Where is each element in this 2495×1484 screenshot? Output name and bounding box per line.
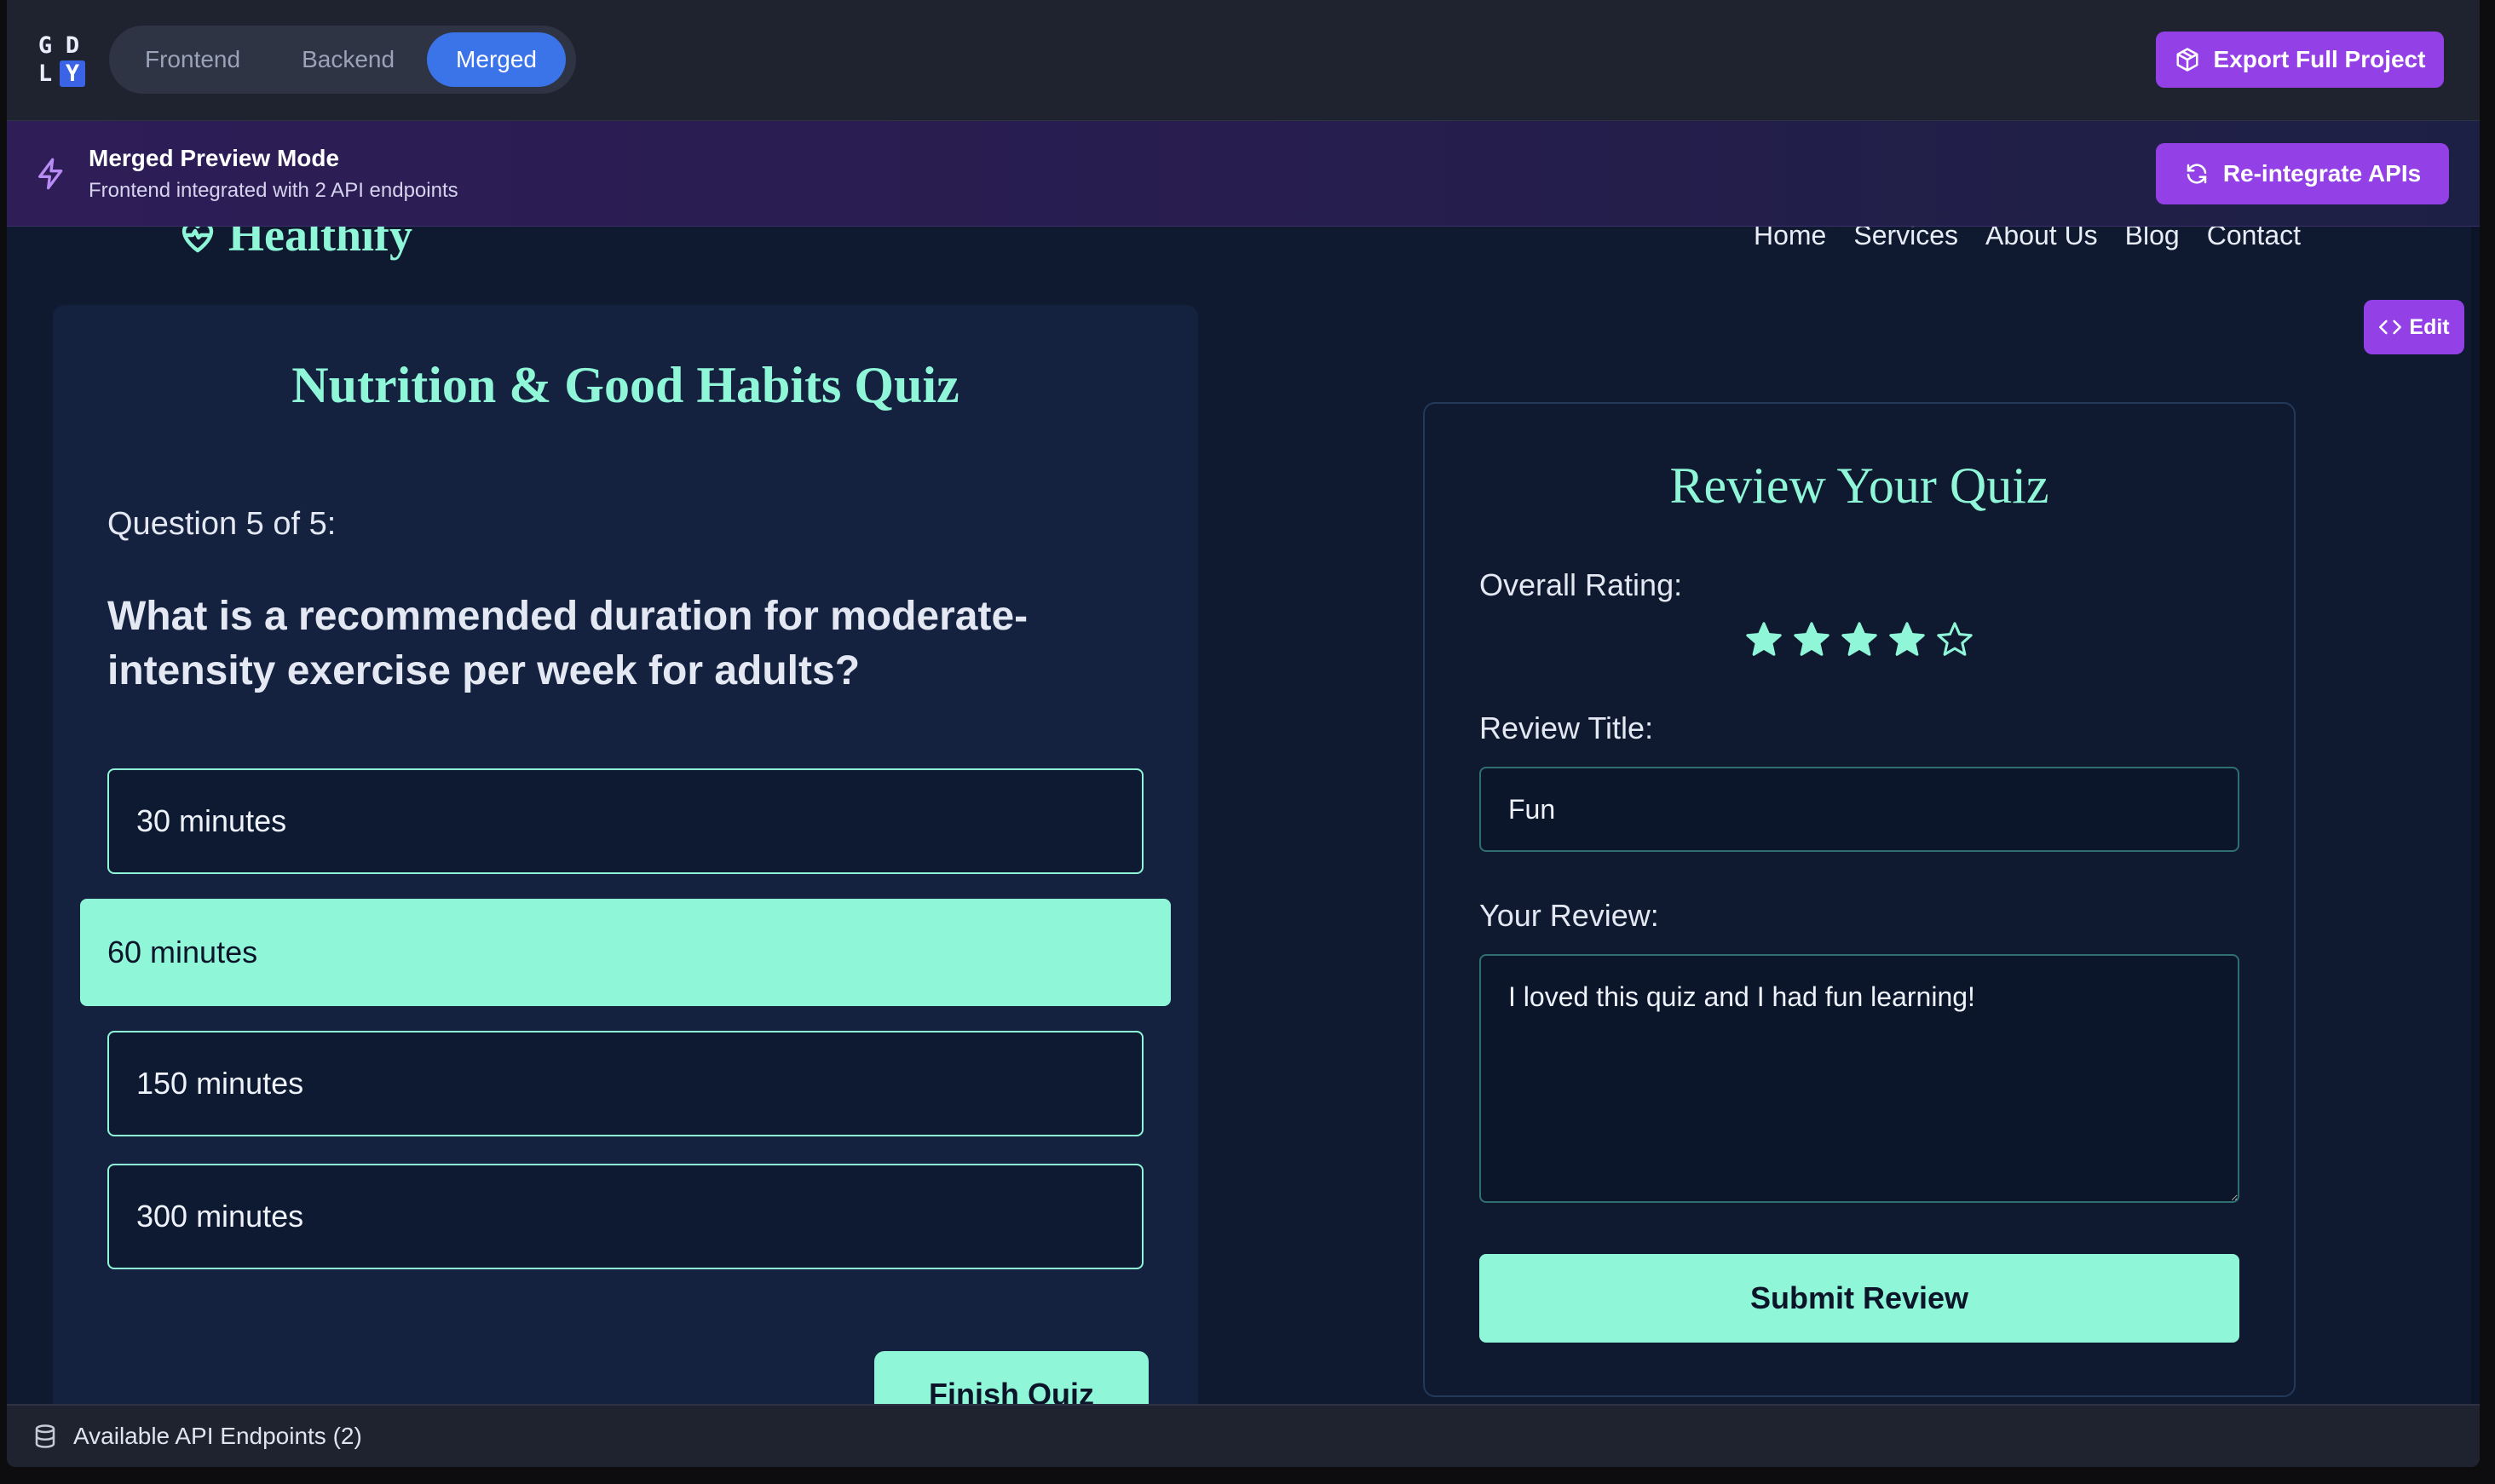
logo-letter: L [37, 60, 53, 87]
star-rating [1425, 620, 2294, 659]
code-icon [2379, 319, 2402, 335]
lightning-icon [38, 158, 63, 190]
app-window: G D L Y Frontend Backend Merged Export F… [7, 0, 2480, 1467]
star-filled-icon[interactable] [1887, 620, 1927, 659]
answer-option[interactable]: 300 minutes [107, 1164, 1144, 1269]
reintegrate-label: Re-integrate APIs [2222, 160, 2422, 187]
star-filled-icon[interactable] [1792, 620, 1831, 659]
submit-review-button[interactable]: Submit Review [1479, 1254, 2239, 1343]
review-title-input[interactable] [1479, 767, 2239, 852]
question-text: What is a recommended duration for moder… [107, 594, 1029, 693]
quiz-card: Nutrition & Good Habits Quiz Question 5 … [53, 305, 1198, 1467]
preview-scrollbar[interactable] [2471, 227, 2480, 1404]
edit-code-button[interactable]: Edit [2364, 300, 2464, 354]
export-full-project-button[interactable]: Export Full Project [2156, 32, 2444, 88]
your-review-label: Your Review: [1479, 898, 1659, 933]
logo-letter: Y [60, 60, 85, 87]
question-number: Question 5 of 5: [107, 506, 337, 542]
reintegrate-apis-button[interactable]: Re-integrate APIs [2156, 143, 2449, 204]
star-filled-icon[interactable] [1840, 620, 1879, 659]
app-logo: G D L Y [32, 32, 85, 87]
api-endpoints-label: Available API Endpoints (2) [73, 1423, 362, 1449]
review-title: Review Your Quiz [1669, 457, 2049, 514]
answer-option[interactable]: 150 minutes [107, 1031, 1144, 1136]
tab-frontend[interactable]: Frontend [116, 32, 269, 87]
logo-letter: D [65, 32, 80, 59]
export-label: Export Full Project [2213, 46, 2426, 72]
answer-option[interactable]: 30 minutes [107, 768, 1144, 874]
review-card: Review Your Quiz Overall Rating: Review … [1423, 402, 2296, 1397]
review-title-label: Review Title: [1479, 710, 1654, 745]
edit-label: Edit [2409, 314, 2450, 339]
banner-title: Merged Preview Mode [89, 145, 340, 171]
overall-rating-label: Overall Rating: [1479, 567, 1683, 602]
top-toolbar: G D L Y Frontend Backend Merged Export F… [7, 0, 2480, 121]
review-textarea[interactable]: I loved this quiz and I had fun learning… [1479, 954, 2239, 1203]
tab-merged[interactable]: Merged [427, 32, 566, 87]
star-filled-icon[interactable] [1744, 620, 1783, 659]
api-endpoints-bar[interactable]: Available API Endpoints (2) [7, 1404, 2480, 1467]
database-icon [35, 1424, 55, 1448]
view-mode-switch: Frontend Backend Merged [109, 26, 576, 94]
package-icon [2176, 48, 2198, 72]
logo-letter: G [37, 32, 53, 59]
quiz-title: Nutrition & Good Habits Quiz [291, 357, 959, 413]
merged-preview-banner: Merged Preview Mode Frontend integrated … [7, 121, 2480, 227]
banner-subtitle: Frontend integrated with 2 API endpoints [89, 179, 458, 202]
tab-backend[interactable]: Backend [273, 32, 424, 87]
star-empty-icon[interactable] [1935, 620, 1974, 659]
answer-option-selected[interactable]: 60 minutes [80, 899, 1171, 1006]
refresh-icon [2187, 164, 2207, 184]
